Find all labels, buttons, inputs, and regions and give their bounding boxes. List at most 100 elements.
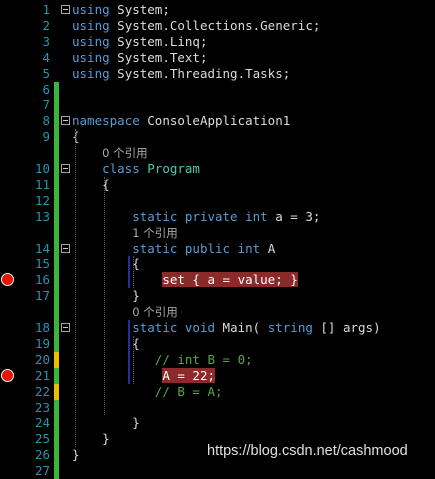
code-line[interactable]: 24 } <box>0 415 435 432</box>
code-line[interactable]: 9{ <box>0 129 435 146</box>
code-lens-row[interactable]: 0 个引用 <box>0 145 435 162</box>
code-line[interactable]: 14 static public int A <box>0 240 435 257</box>
code-line[interactable]: 10 class Program <box>0 161 435 177</box>
breakpoint-margin[interactable] <box>0 272 20 288</box>
code-text: static public int A <box>72 241 275 257</box>
saved-change-marker <box>54 97 59 114</box>
reference-count[interactable]: 0 个引用 <box>72 304 177 320</box>
code-line[interactable]: 20 // int B = 0; <box>0 351 435 368</box>
breakpoint-margin[interactable] <box>0 161 20 177</box>
breakpoint-margin[interactable] <box>0 34 20 50</box>
code-line[interactable]: 13 static private int a = 3; <box>0 208 435 225</box>
breakpoint-margin[interactable] <box>0 241 20 257</box>
code-editor[interactable]: 1 using System; 2 using System.Collections.… <box>0 0 435 479</box>
code-text: using System.Threading.Tasks; <box>72 66 290 82</box>
breakpoint-margin[interactable] <box>0 129 20 145</box>
code-line[interactable]: 3 using System.Linq; <box>0 34 435 50</box>
breakpoint-margin[interactable] <box>0 368 20 384</box>
code-line[interactable]: 1 using System; <box>0 2 435 18</box>
code-line[interactable]: 23 <box>0 399 435 416</box>
unsaved-change-marker <box>54 383 59 400</box>
breakpoint-margin[interactable] <box>0 352 20 368</box>
keyword-token: using <box>72 17 110 33</box>
reference-count[interactable]: 1 个引用 <box>72 225 177 241</box>
breakpoint-margin[interactable] <box>0 113 20 129</box>
saved-change-marker <box>54 463 59 479</box>
code-text: set { a = value; } <box>72 272 298 288</box>
breakpoint-margin[interactable] <box>0 66 20 82</box>
breakpoint-margin[interactable] <box>0 336 20 352</box>
indent-guide <box>133 256 134 289</box>
indent-guide <box>104 176 105 416</box>
code-text: } <box>72 431 110 447</box>
line-number <box>20 145 50 161</box>
saved-change-marker <box>54 272 59 289</box>
collapse-icon[interactable] <box>61 5 70 14</box>
breakpoint-margin[interactable] <box>0 288 20 304</box>
breakpoint-margin[interactable] <box>0 304 20 320</box>
reference-count[interactable]: 0 个引用 <box>72 145 147 161</box>
code-line[interactable]: 11 { <box>0 176 435 193</box>
breakpoint-margin[interactable] <box>0 447 20 463</box>
code-lens-row[interactable]: 1 个引用 <box>0 224 435 241</box>
code-line[interactable]: 4 using System.Text; <box>0 50 435 66</box>
code-line[interactable]: 6 <box>0 81 435 98</box>
code-line[interactable]: 16 set { a = value; } <box>0 272 435 289</box>
breakpoint-margin[interactable] <box>0 82 20 98</box>
breakpoint-margin[interactable] <box>0 2 20 18</box>
breakpoint-margin[interactable] <box>0 320 20 336</box>
line-number: 16 <box>34 272 50 288</box>
breakpoint-margin[interactable] <box>0 50 20 66</box>
keyword-token: public <box>184 240 231 256</box>
line-number: 20 <box>34 351 50 367</box>
breakpoint-margin[interactable] <box>0 97 20 113</box>
code-token: System.Collections.Generic; <box>117 17 321 33</box>
breakpoint-margin[interactable] <box>0 225 20 241</box>
indent-guide <box>75 129 76 448</box>
code-token: } <box>132 415 140 431</box>
code-line[interactable]: 15 { <box>0 256 435 273</box>
code-text: using System; <box>72 2 170 18</box>
code-line[interactable]: 8 namespace ConsoleApplication1 <box>0 113 435 130</box>
code-token: } <box>102 431 110 447</box>
code-line[interactable]: 22 // B = A; <box>0 383 435 400</box>
saved-change-marker <box>54 304 59 321</box>
breakpoint-margin[interactable] <box>0 431 20 447</box>
code-token: ConsoleApplication1 <box>147 113 291 129</box>
line-number: 8 <box>42 113 50 129</box>
collapse-icon[interactable] <box>61 164 70 173</box>
breakpoint-margin[interactable] <box>0 384 20 400</box>
code-line[interactable]: 12 <box>0 192 435 209</box>
code-line[interactable]: 21 A = 22; <box>0 367 435 384</box>
code-line[interactable]: 17 } <box>0 288 435 305</box>
breakpoint-margin[interactable] <box>0 256 20 272</box>
breakpoint-margin[interactable] <box>0 177 20 193</box>
keyword-token: static <box>132 240 178 256</box>
breakpoint-icon[interactable] <box>1 368 14 382</box>
saved-change-marker <box>54 176 59 193</box>
code-line[interactable]: 19 { <box>0 335 435 352</box>
collapse-icon[interactable] <box>61 323 70 332</box>
code-lens-row[interactable]: 0 个引用 <box>0 304 435 321</box>
keyword-token: string <box>267 320 313 335</box>
collapse-icon[interactable] <box>61 243 70 253</box>
code-line[interactable]: 5 using System.Threading.Tasks; <box>0 66 435 82</box>
breakpoint-margin[interactable] <box>0 193 20 209</box>
breakpoint-icon[interactable] <box>1 273 14 287</box>
saved-change-marker <box>54 129 59 146</box>
breakpoint-margin[interactable] <box>0 400 20 416</box>
breakpoint-margin[interactable] <box>0 18 20 34</box>
code-line[interactable]: 7 <box>0 97 435 114</box>
code-line[interactable]: 27 <box>0 463 435 479</box>
breakpoint-margin[interactable] <box>0 415 20 431</box>
collapse-icon[interactable] <box>61 116 70 126</box>
code-text: } <box>72 288 140 304</box>
breakpoint-margin[interactable] <box>0 463 20 479</box>
code-line[interactable]: 18 static void Main( string [] args) <box>0 320 435 336</box>
line-number: 27 <box>34 463 50 479</box>
keyword-token: private <box>184 208 238 224</box>
code-text: } <box>72 415 140 431</box>
code-line[interactable]: 2 using System.Collections.Generic; <box>0 18 435 34</box>
breakpoint-margin[interactable] <box>0 145 20 161</box>
breakpoint-margin[interactable] <box>0 209 20 225</box>
